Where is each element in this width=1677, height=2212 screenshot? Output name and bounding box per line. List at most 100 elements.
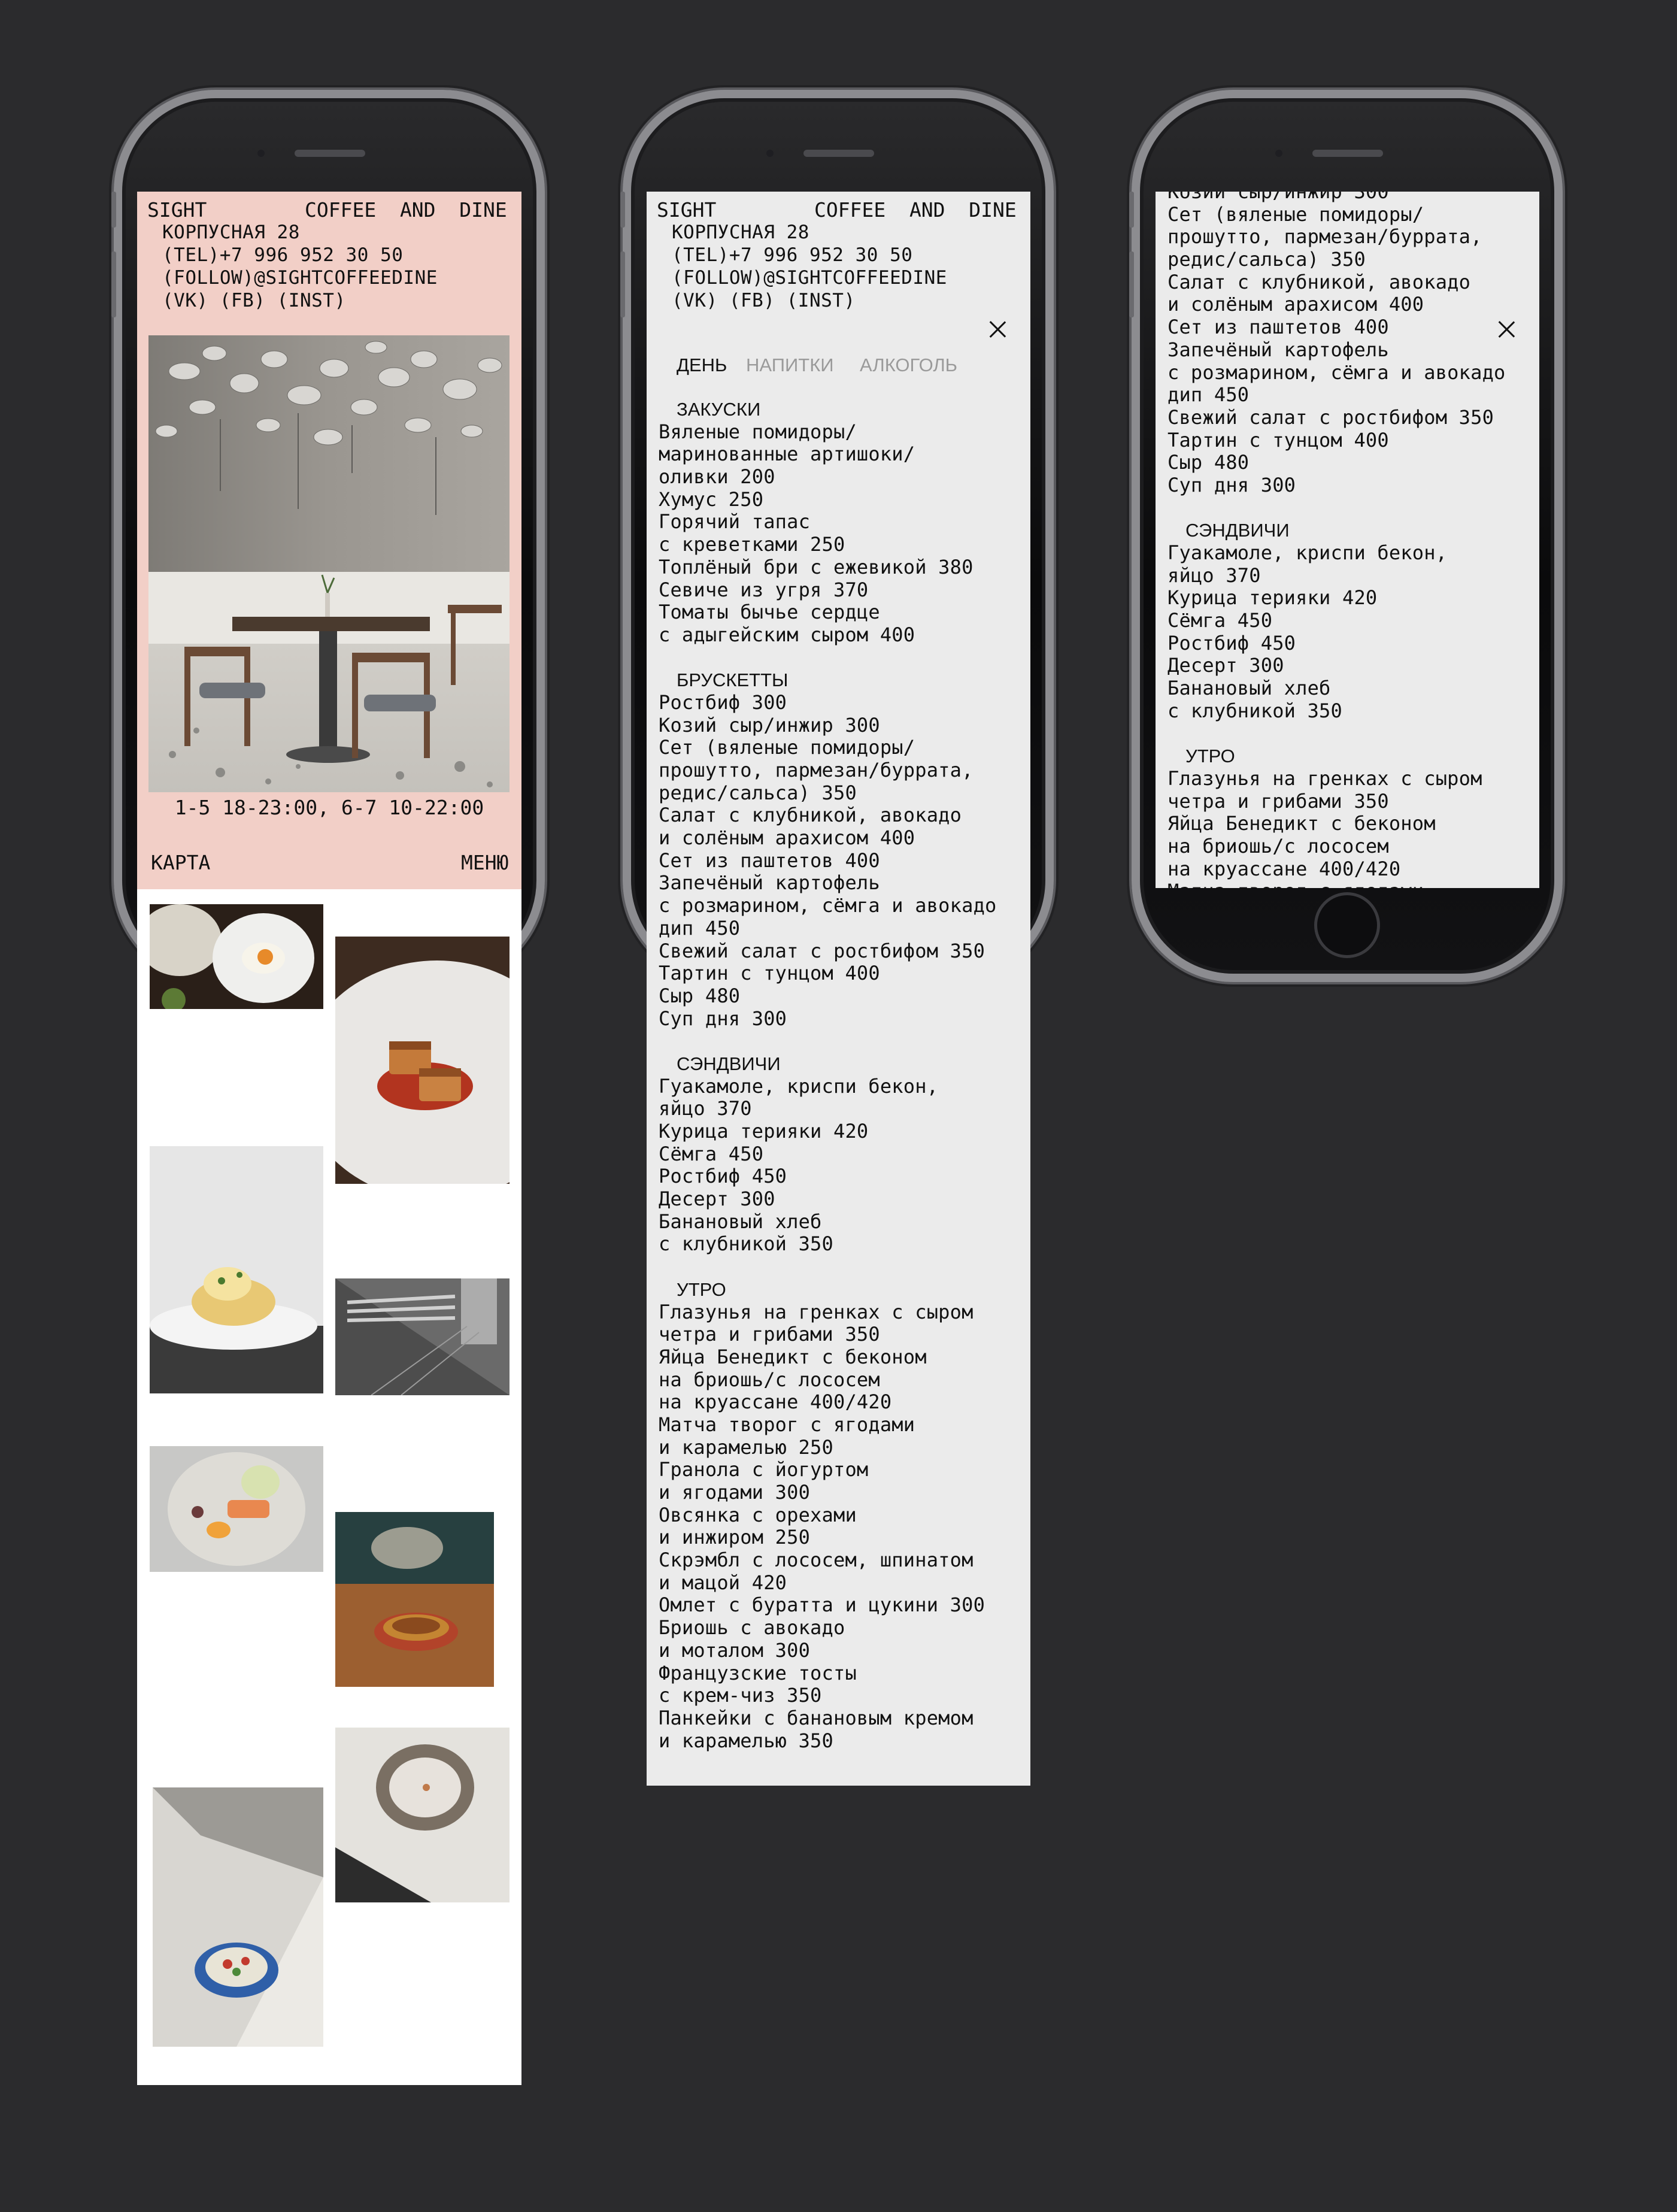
menu-item: с клубникой 350 [1167, 699, 1342, 722]
menu-item: Суп дня 300 [659, 1007, 787, 1030]
menu-item: Тартин с тунцом 400 [1167, 428, 1389, 452]
menu-screen: SIGHT COFFEE AND DINE КОРПУСНАЯ 28 (TEL)… [647, 192, 1030, 1786]
menu-item: Гуакамоле, криспи бекон, [1167, 541, 1448, 564]
follow-link[interactable]: (FOLLOW)@SIGHTCOFFEEDINE [162, 267, 438, 290]
menu-item: яйцо 370 [659, 1097, 752, 1120]
home-button[interactable] [1314, 892, 1380, 958]
gallery-photo-blue-bowl [153, 1787, 323, 2047]
menu-item: и инжиром 250 [659, 1526, 811, 1549]
menu-item: Свежий салат с ростбифом 350 [1167, 405, 1494, 429]
menu-item: Сет из паштетов 400 [659, 849, 880, 872]
brand-left[interactable]: SIGHT [657, 199, 716, 222]
gallery-photo-eggs-benedict [150, 1146, 323, 1393]
menu-item: с розмарином, сёмга и авокадо [659, 894, 997, 917]
opening-hours: 1-5 18-23:00, 6-7 10-22:00 [174, 796, 484, 819]
menu-item: яйцо 370 [1167, 563, 1261, 587]
menu-item: Ростбиф 300 [659, 690, 787, 714]
menu-item: Гуакамоле, криспи бекон, [659, 1074, 939, 1098]
menu-item: Севиче из угря 370 [659, 578, 869, 601]
map-link[interactable]: КАРТА [151, 852, 210, 874]
menu-link[interactable]: МЕНЮ [461, 852, 508, 874]
side-button [1129, 192, 1134, 228]
menu-category-title: СЭНДВИЧИ [677, 1053, 781, 1074]
menu-item: Матча творог с ягодами [659, 1413, 915, 1436]
follow-link[interactable]: (FOLLOW)@SIGHTCOFFEEDINE [672, 267, 947, 290]
menu-item: оливки 200 [659, 465, 775, 489]
menu-spacer [659, 1256, 997, 1278]
menu-category-title: ЗАКУСКИ [677, 399, 761, 420]
menu-item: на бриошь/с лососем [1167, 834, 1389, 857]
menu-item: Ростбиф 450 [659, 1165, 787, 1188]
tab-day[interactable]: ДЕНЬ [677, 353, 727, 377]
menu-item: Бриошь с авокадо [659, 1616, 845, 1640]
social-links[interactable]: (VK) (FB) (INST) [672, 290, 856, 313]
earpiece-speaker [295, 150, 365, 157]
gallery-photo-bowl [335, 1728, 510, 1902]
menu-item: и карамелью 350 [659, 1729, 833, 1752]
menu-item: четра и грибами 350 [1167, 789, 1389, 813]
menu-item: Свежий салат с ростбифом 350 [659, 939, 985, 962]
menu-item: Сет (вяленые помидоры/ [659, 736, 915, 759]
menu-item: Томаты бычье сердце [659, 601, 880, 624]
gallery-photo-salmon [150, 1446, 323, 1572]
menu-item: с клубникой 350 [659, 1232, 833, 1256]
menu-item: Панкейки с банановым кремом [659, 1706, 974, 1729]
address: КОРПУСНАЯ 28 [162, 222, 300, 243]
menu-item: Сёмга 450 [1167, 609, 1273, 632]
menu-item: и солёным арахисом 400 [659, 826, 915, 850]
phone-link[interactable]: (TEL)+7 996 952 30 50 [672, 244, 912, 267]
menu-spacer [1167, 497, 1506, 520]
menu-item: редис/сальса) 350 [1167, 248, 1366, 271]
menu-list-scrolled: Козий сыр/инжир 300 Сет (вяленые помидоры… [1167, 192, 1506, 888]
earpiece-speaker [803, 150, 874, 157]
menu-item: Яйца Бенедикт с беконом [659, 1345, 927, 1368]
menu-item: с креветками 250 [659, 533, 845, 556]
menu-item: Десерт 300 [1167, 654, 1284, 677]
menu-item: Курица терияки 420 [659, 1120, 869, 1143]
menu-item: и моталом 300 [659, 1638, 811, 1662]
phone-link[interactable]: (TEL)+7 996 952 30 50 [162, 244, 403, 267]
menu-item: Суп дня 300 [1167, 473, 1296, 496]
gallery-photo-pork-belly [335, 937, 510, 1184]
menu-item: с адыгейским сыром 400 [659, 623, 915, 646]
menu-item: Запечёный картофель [1167, 338, 1389, 361]
menu-category-title: СЭНДВИЧИ [1185, 520, 1290, 541]
menu-item: с розмарином, сёмга и авокадо [1167, 360, 1506, 384]
menu-item: Глазунья на гренках с сыром [659, 1300, 974, 1323]
menu-item: Овсянка с орехами [659, 1503, 857, 1526]
menu-screen-scrolled: Козий сыр/инжир 300 Сет (вяленые помидоры… [1156, 192, 1539, 888]
menu-item: Салат с клубникой, авокадо [1167, 270, 1471, 293]
photo-gallery [137, 889, 521, 2085]
menu-item: Хумус 250 [659, 487, 764, 511]
front-camera [257, 150, 265, 157]
menu-category-title: УТРО [677, 1278, 726, 1300]
menu-item: Вяленые помидоры/ [659, 420, 857, 443]
menu-item: и карамелью 250 [659, 1435, 833, 1459]
brand-left[interactable]: SIGHT [147, 199, 207, 222]
tab-drinks[interactable]: НАПИТКИ [746, 353, 834, 377]
menu-item: прошутто, пармезан/буррата, [1167, 225, 1482, 249]
side-button [111, 192, 116, 228]
menu-item: Скрэмбл с лососем, шпинатом [659, 1549, 974, 1572]
menu-item: Курица терияки 420 [1167, 586, 1378, 610]
menu-spacer [1167, 723, 1506, 746]
menu-item: прошутто, пармезан/буррата, [659, 759, 974, 781]
menu-item: и ягодами 300 [659, 1481, 811, 1504]
menu-item: Матча творог с ягодами [1167, 880, 1506, 888]
tab-alcohol[interactable]: АЛКОГОЛЬ [860, 353, 957, 377]
menu-category-title: БРУСКЕТТЫ [677, 669, 789, 691]
menu-item: Сёмга 450 [659, 1142, 764, 1165]
menu-item: Топлёный бри с ежевикой 380 [659, 555, 974, 578]
gallery-photo-creme-brulee [335, 1512, 494, 1687]
gallery-photo-cutlery [335, 1278, 510, 1395]
side-button [1129, 251, 1134, 317]
menu-item: Горячий тапас [659, 510, 811, 534]
menu-item: Козий сыр/инжир 300 [1167, 192, 1389, 203]
menu-spacer [659, 647, 997, 669]
earpiece-speaker [1312, 150, 1383, 157]
social-links[interactable]: (VK) (FB) (INST) [162, 290, 346, 313]
close-icon[interactable] [988, 320, 1006, 338]
menu-item: Сыр 480 [1167, 451, 1250, 474]
menu-item: Французские тосты [659, 1661, 857, 1684]
side-button [620, 251, 625, 317]
